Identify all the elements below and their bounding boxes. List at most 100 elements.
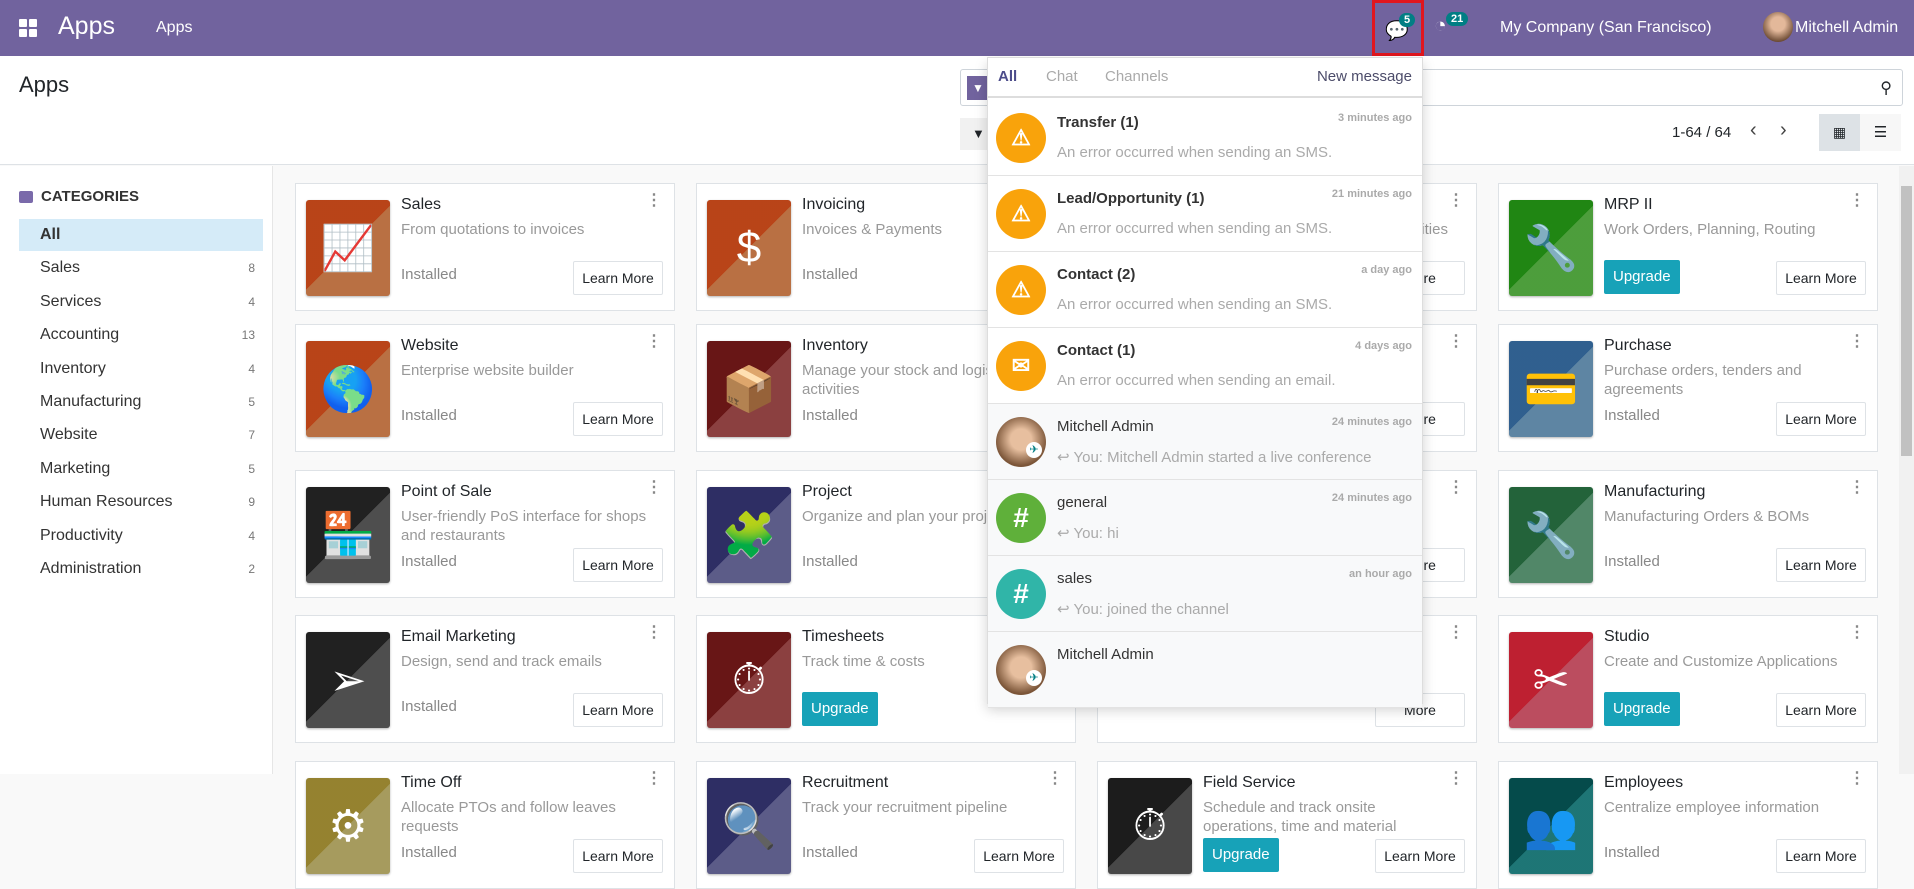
messaging-item[interactable]: # general 24 minutes ago ↩ You: hi <box>988 480 1422 556</box>
messaging-item[interactable]: ⚠ Transfer (1) 3 minutes ago An error occur… <box>988 100 1422 176</box>
app-description: User-friendly PoS interface for shops an… <box>401 508 647 544</box>
preview-text: You: hi <box>1073 525 1119 542</box>
sidebar-item-inventory[interactable]: Inventory 4 <box>19 353 263 385</box>
app-status: Installed <box>1604 407 1660 424</box>
more-options-icon[interactable]: ⋮ <box>646 622 662 642</box>
new-message-button[interactable]: New message <box>1317 68 1412 85</box>
messaging-item[interactable]: ✈ Mitchell Admin 24 minutes ago ↩ You: Mitc… <box>988 404 1422 480</box>
learn-more-button[interactable]: Learn More <box>1776 548 1866 582</box>
more-options-icon[interactable]: ⋮ <box>1448 622 1464 642</box>
list-view-icon[interactable]: ☰ <box>1860 114 1901 151</box>
sidebar-item-services[interactable]: Services 4 <box>19 286 263 318</box>
time-off-app-icon: ⚙ <box>306 778 390 874</box>
app-card: 🔍 Recruitment Track your recruitment pipel… <box>696 761 1076 889</box>
conversation-preview: An error occurred when sending an SMS. <box>1057 220 1332 237</box>
sidebar-item-marketing[interactable]: Marketing 5 <box>19 453 263 485</box>
more-options-icon[interactable]: ⋮ <box>1849 768 1865 788</box>
messaging-item[interactable]: ✉ Contact (1) 4 days ago An error occurred … <box>988 328 1422 404</box>
app-description: From quotations to invoices <box>401 221 585 238</box>
learn-more-button[interactable]: Learn More <box>1776 402 1866 436</box>
preview-text: An error occurred when sending an SMS. <box>1057 220 1333 237</box>
sms-failure-icon: ⚠ <box>996 265 1046 315</box>
menu-apps[interactable]: Apps <box>156 19 192 37</box>
category-count: 2 <box>248 562 255 576</box>
sidebar-item-website[interactable]: Website 7 <box>19 419 263 451</box>
app-title: Manufacturing <box>1604 483 1706 500</box>
more-options-icon[interactable]: ⋮ <box>1849 190 1865 210</box>
messaging-item[interactable]: ⚠ Lead/Opportunity (1) 21 minutes ago An er… <box>988 176 1422 252</box>
more-options-icon[interactable]: ⋮ <box>1047 768 1063 788</box>
app-card: ➢ Email Marketing Design, send and track e… <box>295 615 675 743</box>
app-status: Installed <box>802 266 858 283</box>
sidebar-item-accounting[interactable]: Accounting 13 <box>19 319 263 351</box>
learn-more-button[interactable]: Learn More <box>573 548 663 582</box>
more-options-icon[interactable]: ⋮ <box>646 331 662 351</box>
user-menu[interactable]: Mitchell Admin <box>1795 19 1898 37</box>
learn-more-button[interactable]: Learn More <box>1776 693 1866 727</box>
sidebar-item-human-resources[interactable]: Human Resources 9 <box>19 486 263 518</box>
sidebar-item-administration[interactable]: Administration 2 <box>19 553 263 585</box>
preview-text: An error occurred when sending an SMS. <box>1057 296 1333 313</box>
learn-more-button[interactable]: Learn More <box>573 839 663 873</box>
category-count: 4 <box>248 361 255 376</box>
learn-more-button[interactable]: Learn More <box>1776 261 1866 295</box>
category-label: Productivity <box>40 526 123 544</box>
learn-more-button[interactable]: Learn More <box>974 839 1064 873</box>
more-options-icon[interactable]: ⋮ <box>1448 477 1464 497</box>
company-switcher[interactable]: My Company (San Francisco) <box>1500 19 1712 37</box>
pager-previous-icon[interactable]: ‹ <box>1750 119 1757 142</box>
sidebar-item-all[interactable]: All <box>19 219 263 251</box>
pager-next-icon[interactable]: › <box>1780 119 1787 142</box>
conversation-preview: ↩ You: hi <box>1057 524 1119 542</box>
learn-more-button[interactable]: Learn More <box>1375 839 1465 873</box>
activity-clock-icon[interactable]: ◔ <box>1434 14 1447 38</box>
upgrade-button[interactable]: Upgrade <box>1604 692 1680 726</box>
app-title: Website <box>401 337 459 354</box>
more-options-icon[interactable]: ⋮ <box>1849 477 1865 497</box>
email-failure-icon: ✉ <box>996 341 1046 391</box>
upgrade-button[interactable]: Upgrade <box>1604 260 1680 294</box>
messaging-dropdown: All Chat Channels New message ⚠ Transfer … <box>987 57 1423 708</box>
more-options-icon[interactable]: ⋮ <box>1448 331 1464 351</box>
tab-channels[interactable]: Channels <box>1105 68 1168 85</box>
app-title: Timesheets <box>802 628 885 645</box>
more-options-icon[interactable]: ⋮ <box>1448 190 1464 210</box>
tab-chat[interactable]: Chat <box>1046 68 1078 85</box>
app-switcher-icon[interactable] <box>19 19 37 37</box>
app-title: MRP II <box>1604 196 1653 213</box>
reply-icon: ↩ <box>1057 449 1074 466</box>
sidebar-item-manufacturing[interactable]: Manufacturing 5 <box>19 386 263 418</box>
kanban-view-icon[interactable]: ▦ <box>1819 114 1860 151</box>
pager-value[interactable]: 1-64 / 64 <box>1672 124 1731 141</box>
upgrade-button[interactable]: Upgrade <box>1203 838 1279 872</box>
messaging-item[interactable]: # sales an hour ago ↩ You: joined the chann… <box>988 556 1422 632</box>
messaging-button[interactable]: 💬 5 <box>1372 0 1424 56</box>
messaging-item[interactable]: ⚠ Contact (2) a day ago An error occurred w… <box>988 252 1422 328</box>
category-label: All <box>40 226 61 243</box>
more-options-icon[interactable]: ⋮ <box>1849 331 1865 351</box>
user-avatar <box>996 645 1046 695</box>
search-icon[interactable]: ⚲ <box>1880 78 1892 98</box>
more-options-icon[interactable]: ⋮ <box>646 768 662 788</box>
learn-more-button[interactable]: Learn More <box>573 261 663 295</box>
conversation-name: Transfer (1) <box>1057 114 1139 131</box>
tab-all[interactable]: All <box>998 68 1017 85</box>
category-count: 4 <box>248 528 255 543</box>
more-options-icon[interactable]: ⋮ <box>1448 768 1464 788</box>
scrollbar[interactable] <box>1899 166 1914 774</box>
sidebar-item-sales[interactable]: Sales 8 <box>19 252 263 284</box>
learn-more-button[interactable]: Learn More <box>573 402 663 436</box>
user-avatar[interactable] <box>1763 12 1793 42</box>
learn-more-button[interactable]: Learn More <box>1776 839 1866 873</box>
more-options-icon[interactable]: ⋮ <box>646 477 662 497</box>
upgrade-button[interactable]: Upgrade <box>802 692 878 726</box>
app-card: 🔧 Manufacturing Manufacturing Orders & BOM… <box>1498 470 1878 598</box>
messaging-item[interactable]: ✈ Mitchell Admin <box>988 632 1422 708</box>
more-options-icon[interactable]: ⋮ <box>1849 622 1865 642</box>
more-options-icon[interactable]: ⋮ <box>646 190 662 210</box>
app-description: Purchase orders, tenders and agreements <box>1604 362 1802 398</box>
sidebar-item-productivity[interactable]: Productivity 4 <box>19 520 263 552</box>
learn-more-button[interactable]: Learn More <box>573 693 663 727</box>
conversation-preview: ↩ You: joined the channel <box>1057 600 1229 618</box>
brand[interactable]: Apps <box>58 12 115 41</box>
